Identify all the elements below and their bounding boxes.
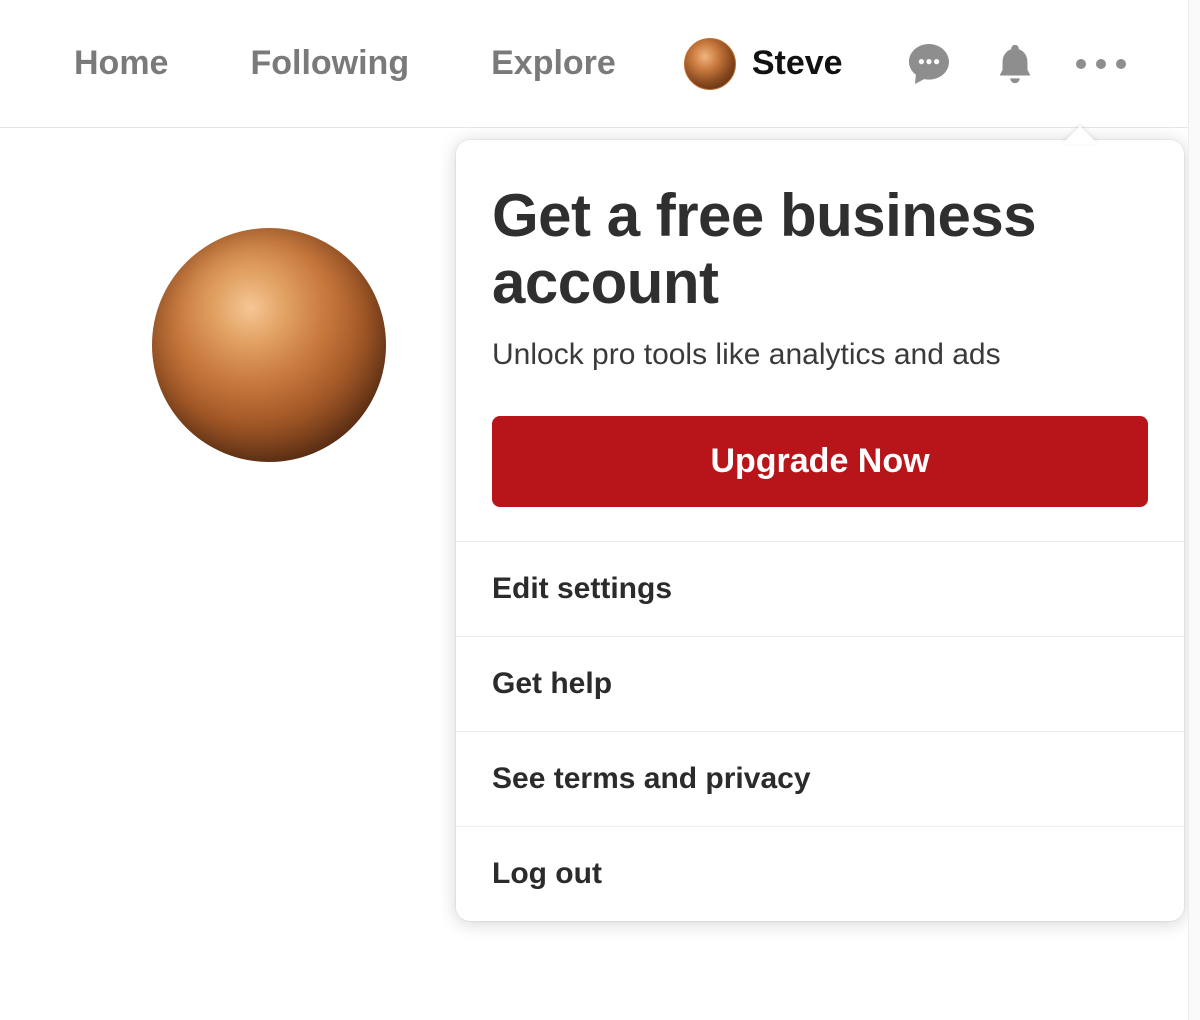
menu-item-log-out[interactable]: Log out bbox=[456, 827, 1184, 921]
bell-icon bbox=[992, 41, 1038, 87]
menu-item-edit-settings[interactable]: Edit settings bbox=[456, 542, 1184, 637]
profile-chip[interactable]: Steve bbox=[684, 38, 843, 90]
menu-item-terms-privacy[interactable]: See terms and privacy bbox=[456, 732, 1184, 827]
content-area: Get a free business account Unlock pro t… bbox=[0, 128, 1200, 1020]
nav-home[interactable]: Home bbox=[60, 34, 182, 93]
avatar-large[interactable] bbox=[152, 228, 386, 462]
menu-item-get-help[interactable]: Get help bbox=[456, 637, 1184, 732]
profile-name: Steve bbox=[752, 44, 843, 83]
dropdown-menu: Get a free business account Unlock pro t… bbox=[456, 140, 1184, 921]
avatar-small bbox=[684, 38, 736, 90]
nav-explore[interactable]: Explore bbox=[477, 34, 630, 93]
upgrade-promo: Get a free business account Unlock pro t… bbox=[456, 140, 1184, 542]
top-navigation: Home Following Explore Steve bbox=[0, 0, 1200, 128]
upgrade-now-button[interactable]: Upgrade Now bbox=[492, 416, 1148, 507]
right-edge-strip bbox=[1188, 0, 1200, 1020]
ellipsis-icon bbox=[1076, 59, 1126, 69]
nav-following[interactable]: Following bbox=[236, 34, 423, 93]
more-menu-button[interactable] bbox=[1071, 34, 1131, 94]
messages-button[interactable] bbox=[899, 34, 959, 94]
chat-icon bbox=[905, 40, 953, 88]
notifications-button[interactable] bbox=[985, 34, 1045, 94]
promo-subtitle: Unlock pro tools like analytics and ads bbox=[492, 338, 1148, 372]
promo-title: Get a free business account bbox=[492, 182, 1148, 316]
